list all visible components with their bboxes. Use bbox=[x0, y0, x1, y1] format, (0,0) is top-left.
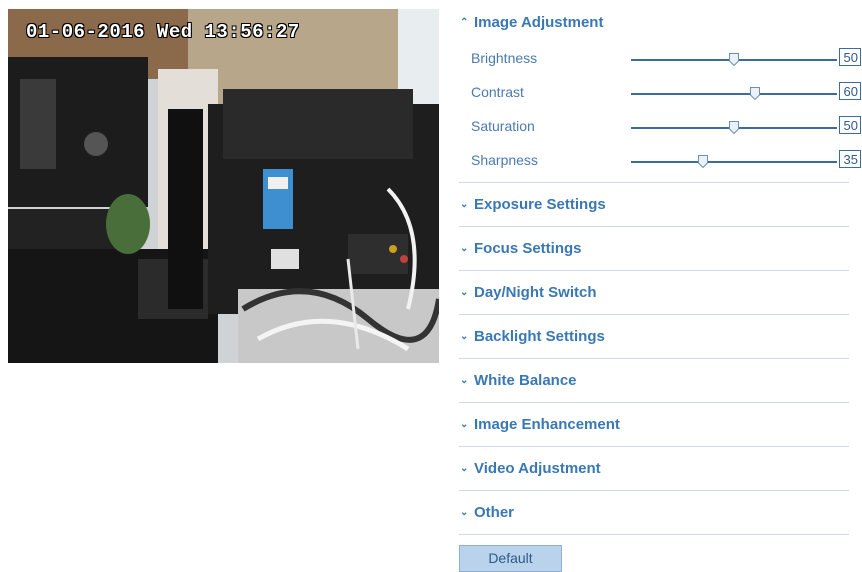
section-header-other[interactable]: ⌄ Other bbox=[459, 491, 849, 535]
section-title: Video Adjustment bbox=[474, 460, 601, 477]
section-title: Backlight Settings bbox=[474, 328, 605, 345]
sharpness-value-field[interactable]: 35 bbox=[839, 150, 861, 168]
chevron-down-icon: ⌄ bbox=[460, 463, 469, 474]
slider-label: Sharpness bbox=[471, 152, 538, 168]
section-title: White Balance bbox=[474, 372, 577, 389]
image-settings-panel: ⌃ Image Adjustment Brightness 50 Contras… bbox=[459, 0, 861, 535]
sharpness-slider-track[interactable] bbox=[631, 155, 837, 168]
section-title: Other bbox=[474, 504, 515, 521]
section-header-focus-settings[interactable]: ⌄ Focus Settings bbox=[459, 227, 849, 271]
default-button[interactable]: Default bbox=[459, 545, 562, 572]
section-title: Image Enhancement bbox=[474, 416, 620, 433]
saturation-value-field[interactable]: 50 bbox=[839, 116, 861, 134]
section-header-image-adjustment[interactable]: ⌃ Image Adjustment bbox=[459, 0, 849, 40]
section-header-white-balance[interactable]: ⌄ White Balance bbox=[459, 359, 849, 403]
saturation-slider-track[interactable] bbox=[631, 121, 837, 134]
chevron-down-icon: ⌄ bbox=[460, 243, 469, 254]
sharpness-slider-thumb[interactable] bbox=[698, 155, 709, 168]
brightness-slider-track[interactable] bbox=[631, 53, 837, 66]
chevron-down-icon: ⌄ bbox=[460, 375, 469, 386]
camera-frame-image bbox=[8, 9, 439, 363]
image-adjustment-body: Brightness 50 Contrast 60 Saturation 50 … bbox=[459, 40, 861, 183]
saturation-slider-thumb[interactable] bbox=[729, 121, 739, 134]
section-header-video-adjustment[interactable]: ⌄ Video Adjustment bbox=[459, 447, 849, 491]
slider-label: Brightness bbox=[471, 50, 538, 66]
slider-row-contrast: Contrast 60 bbox=[459, 74, 861, 108]
section-title: Day/Night Switch bbox=[474, 284, 597, 301]
chevron-down-icon: ⌄ bbox=[460, 507, 469, 518]
chevron-down-icon: ⌄ bbox=[460, 287, 469, 298]
slider-row-brightness: Brightness 50 bbox=[459, 40, 861, 74]
section-header-exposure-settings[interactable]: ⌄ Exposure Settings bbox=[459, 183, 849, 227]
brightness-value-field[interactable]: 50 bbox=[839, 48, 861, 66]
slider-row-saturation: Saturation 50 bbox=[459, 108, 861, 142]
section-header-image-enhancement[interactable]: ⌄ Image Enhancement bbox=[459, 403, 849, 447]
osd-timestamp: 01-06-2016 Wed 13:56:27 bbox=[26, 21, 300, 43]
chevron-down-icon: ⌄ bbox=[460, 331, 469, 342]
chevron-down-icon: ⌄ bbox=[460, 199, 469, 210]
section-header-day-night-switch[interactable]: ⌄ Day/Night Switch bbox=[459, 271, 849, 315]
slider-label: Contrast bbox=[471, 84, 524, 100]
slider-row-sharpness: Sharpness 35 bbox=[459, 142, 861, 176]
chevron-down-icon: ⌄ bbox=[460, 419, 469, 430]
brightness-slider-thumb[interactable] bbox=[729, 53, 739, 66]
section-title: Image Adjustment bbox=[474, 13, 604, 31]
contrast-slider-thumb[interactable] bbox=[749, 87, 760, 100]
slider-label: Saturation bbox=[471, 118, 535, 134]
section-title: Focus Settings bbox=[474, 240, 582, 257]
section-title: Exposure Settings bbox=[474, 196, 606, 213]
contrast-value-field[interactable]: 60 bbox=[839, 82, 861, 100]
contrast-slider-track[interactable] bbox=[631, 87, 837, 100]
section-header-backlight-settings[interactable]: ⌄ Backlight Settings bbox=[459, 315, 849, 359]
chevron-up-icon: ⌃ bbox=[460, 16, 469, 28]
live-video-preview: 01-06-2016 Wed 13:56:27 bbox=[8, 9, 439, 363]
